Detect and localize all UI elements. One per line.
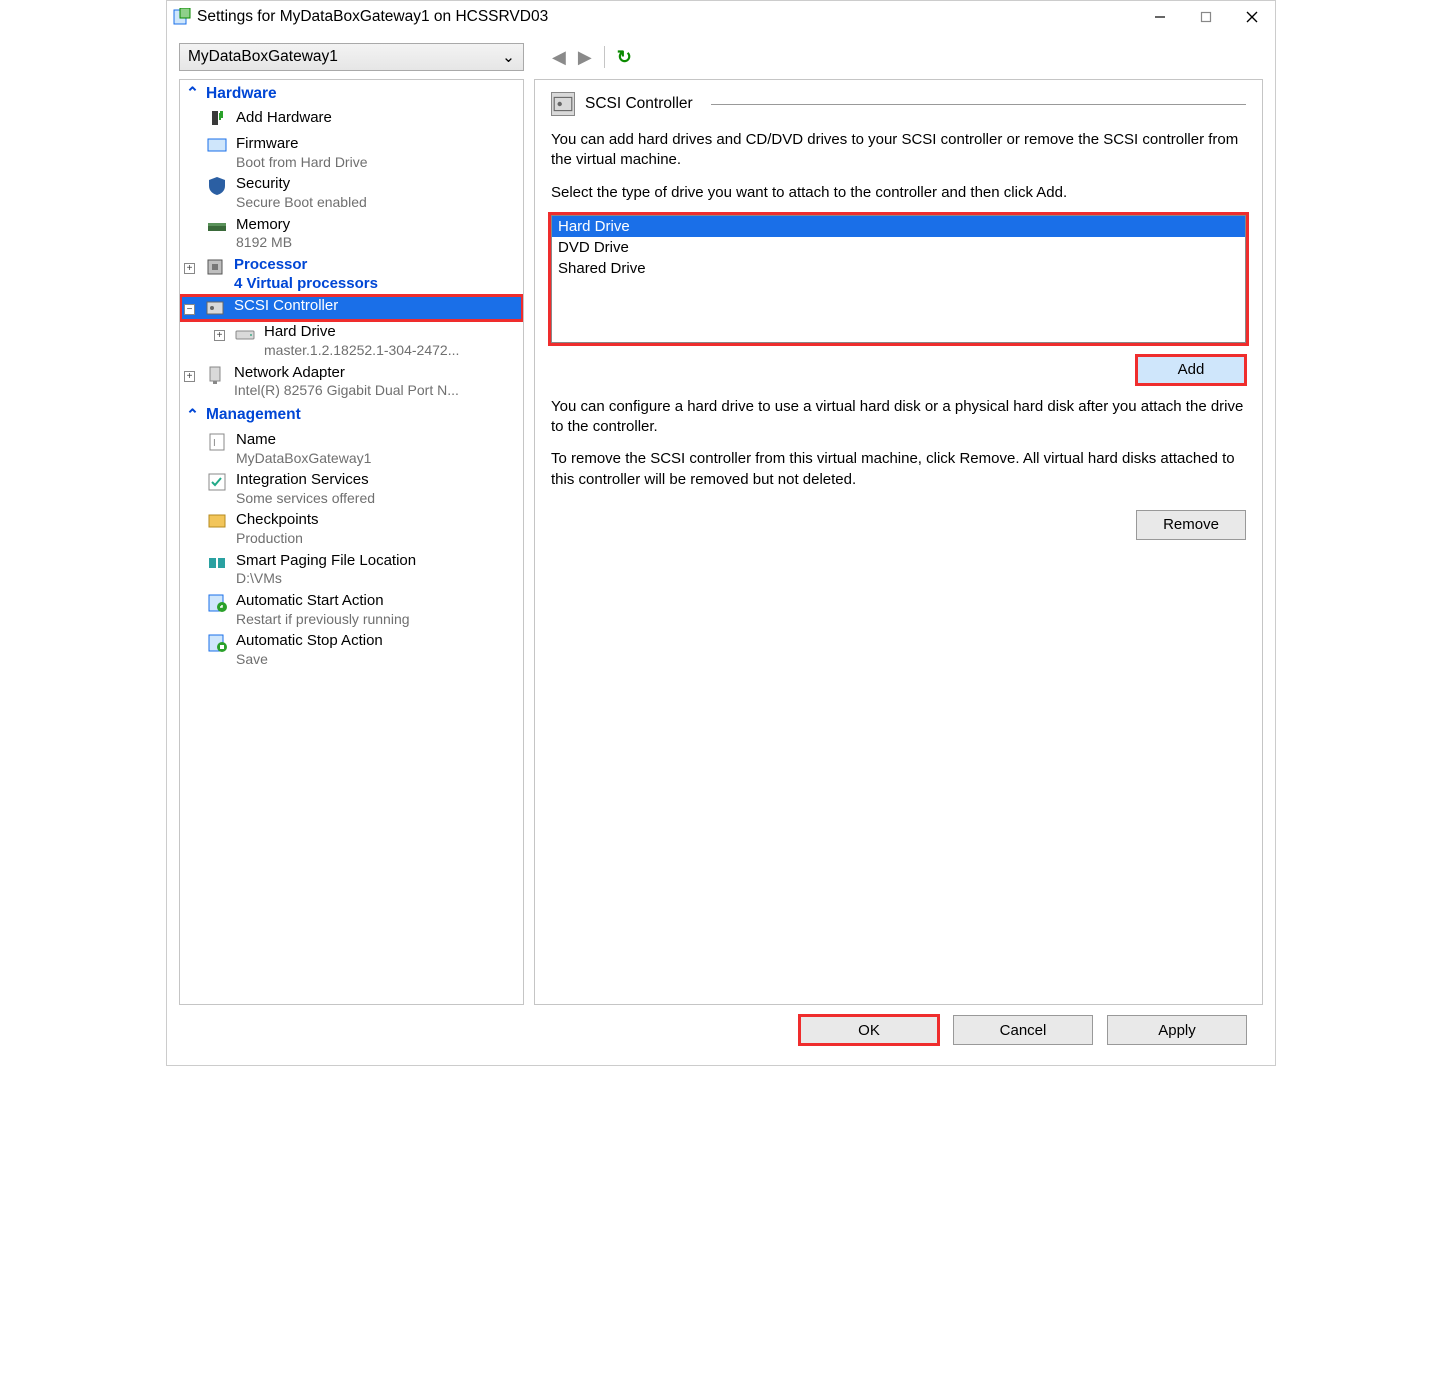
name-icon: I: [206, 431, 228, 453]
minimize-button[interactable]: [1137, 1, 1183, 33]
sidebar-item-hard-drive[interactable]: + Hard Drive master.1.2.18252.1-304-2472…: [180, 321, 523, 361]
hard-drive-icon: [234, 323, 256, 345]
add-hardware-icon: [206, 109, 228, 131]
window-title: Settings for MyDataBoxGateway1 on HCSSRV…: [197, 8, 1137, 26]
sidebar-item-label: Hard Drive: [264, 323, 459, 342]
sidebar-item-label: Name: [236, 431, 371, 450]
smart-paging-icon: [206, 552, 228, 574]
add-button[interactable]: Add: [1136, 355, 1246, 385]
sidebar-item-processor[interactable]: + Processor 4 Virtual processors: [180, 254, 523, 296]
drive-option-dvd-drive[interactable]: DVD Drive: [552, 237, 1245, 258]
panel-select-prompt: Select the type of drive you want to att…: [551, 183, 1246, 203]
sidebar-item-label: Network Adapter: [234, 364, 459, 383]
panel-configure-text: You can configure a hard drive to use a …: [551, 397, 1246, 438]
sidebar-item-scsi-controller[interactable]: − SCSI Controller: [180, 295, 523, 321]
nav-forward-button[interactable]: ▶: [578, 47, 592, 68]
panel-remove-info-text: To remove the SCSI controller from this …: [551, 449, 1246, 490]
sidebar-item-name[interactable]: I Name MyDataBoxGateway1: [180, 429, 523, 469]
sidebar-item-label: Processor: [234, 256, 378, 275]
sidebar-item-sublabel: Save: [236, 651, 383, 669]
drive-option-shared-drive[interactable]: Shared Drive: [552, 258, 1245, 279]
settings-window: Settings for MyDataBoxGateway1 on HCSSRV…: [166, 0, 1276, 1066]
sidebar-item-sublabel: Some services offered: [236, 490, 375, 508]
checkpoints-icon: [206, 511, 228, 533]
memory-icon: [206, 216, 228, 238]
sidebar-item-label: Security: [236, 175, 367, 194]
settings-sidebar: ⌃ Hardware Add Hardware Firmware Boot fr…: [179, 79, 524, 1005]
app-icon: [173, 8, 191, 26]
apply-button[interactable]: Apply: [1107, 1015, 1247, 1045]
details-panel: SCSI Controller You can add hard drives …: [534, 79, 1263, 1005]
sidebar-item-label: Checkpoints: [236, 511, 319, 530]
sidebar-item-memory[interactable]: Memory 8192 MB: [180, 214, 523, 254]
sidebar-item-sublabel: 4 Virtual processors: [234, 275, 378, 294]
remove-button[interactable]: Remove: [1136, 510, 1246, 540]
header-rule: [711, 104, 1246, 105]
chevron-down-icon: ⌄: [502, 48, 515, 67]
sidebar-item-sublabel: MyDataBoxGateway1: [236, 450, 371, 468]
expand-icon[interactable]: +: [184, 260, 196, 274]
maximize-button[interactable]: [1183, 1, 1229, 33]
close-button[interactable]: [1229, 1, 1275, 33]
integration-services-icon: [206, 471, 228, 493]
sidebar-item-add-hardware[interactable]: Add Hardware: [180, 107, 523, 133]
dialog-footer: OK Cancel Apply: [179, 1005, 1263, 1057]
expand-icon[interactable]: +: [214, 327, 226, 341]
vm-selector[interactable]: MyDataBoxGateway1 ⌄: [179, 43, 524, 71]
sidebar-item-label: Automatic Start Action: [236, 592, 410, 611]
sidebar-item-integration-services[interactable]: Integration Services Some services offer…: [180, 469, 523, 509]
sidebar-item-sublabel: D:\VMs: [236, 570, 416, 588]
drive-option-hard-drive[interactable]: Hard Drive: [552, 216, 1245, 237]
network-adapter-icon: [204, 364, 226, 386]
sidebar-item-sublabel: Production: [236, 530, 319, 548]
sidebar-item-checkpoints[interactable]: Checkpoints Production: [180, 509, 523, 549]
sidebar-item-automatic-stop[interactable]: Automatic Stop Action Save: [180, 630, 523, 670]
toolbar-divider: [604, 46, 605, 68]
ok-button[interactable]: OK: [799, 1015, 939, 1045]
scsi-controller-icon: [551, 92, 575, 116]
sidebar-item-sublabel: Restart if previously running: [236, 611, 410, 629]
sidebar-item-label: Smart Paging File Location: [236, 552, 416, 571]
sidebar-item-firmware[interactable]: Firmware Boot from Hard Drive: [180, 133, 523, 173]
sidebar-item-label: Firmware: [236, 135, 367, 154]
sidebar-item-smart-paging[interactable]: Smart Paging File Location D:\VMs: [180, 550, 523, 590]
titlebar: Settings for MyDataBoxGateway1 on HCSSRV…: [167, 1, 1275, 33]
sidebar-item-sublabel: Secure Boot enabled: [236, 194, 367, 212]
collapse-icon: ⌃: [186, 84, 198, 103]
sidebar-item-label: Automatic Stop Action: [236, 632, 383, 651]
sidebar-item-label: SCSI Controller: [234, 297, 338, 316]
sidebar-item-sublabel: Intel(R) 82576 Gigabit Dual Port N...: [234, 382, 459, 400]
drive-type-list[interactable]: Hard Drive DVD Drive Shared Drive: [551, 215, 1246, 343]
collapse-icon: ⌃: [186, 406, 198, 425]
panel-title: SCSI Controller: [585, 95, 693, 113]
section-label: Management: [206, 406, 301, 424]
section-management[interactable]: ⌃ Management: [180, 402, 523, 429]
sidebar-item-sublabel: Boot from Hard Drive: [236, 154, 367, 172]
sidebar-item-label: Memory: [236, 216, 292, 235]
svg-text:I: I: [213, 438, 216, 449]
sidebar-item-security[interactable]: Security Secure Boot enabled: [180, 173, 523, 213]
firmware-icon: [206, 135, 228, 157]
sidebar-item-label: Integration Services: [236, 471, 375, 490]
section-label: Hardware: [206, 85, 277, 103]
sidebar-item-sublabel: 8192 MB: [236, 234, 292, 252]
sidebar-item-network-adapter[interactable]: + Network Adapter Intel(R) 82576 Gigabit…: [180, 362, 523, 402]
expand-icon[interactable]: +: [184, 368, 196, 382]
nav-back-button[interactable]: ◀: [552, 47, 566, 68]
sidebar-item-label: Add Hardware: [236, 109, 332, 128]
shield-icon: [206, 175, 228, 197]
section-hardware[interactable]: ⌃ Hardware: [180, 80, 523, 107]
cancel-button[interactable]: Cancel: [953, 1015, 1093, 1045]
automatic-stop-icon: [206, 632, 228, 654]
panel-intro-text: You can add hard drives and CD/DVD drive…: [551, 130, 1246, 171]
sidebar-item-sublabel: master.1.2.18252.1-304-2472...: [264, 342, 459, 360]
sidebar-item-automatic-start[interactable]: Automatic Start Action Restart if previo…: [180, 590, 523, 630]
vm-selector-label: MyDataBoxGateway1: [188, 48, 338, 66]
scsi-controller-icon: [204, 297, 226, 319]
refresh-button[interactable]: ↻: [617, 47, 632, 68]
automatic-start-icon: [206, 592, 228, 614]
processor-icon: [204, 256, 226, 278]
collapse-icon[interactable]: −: [184, 301, 196, 315]
